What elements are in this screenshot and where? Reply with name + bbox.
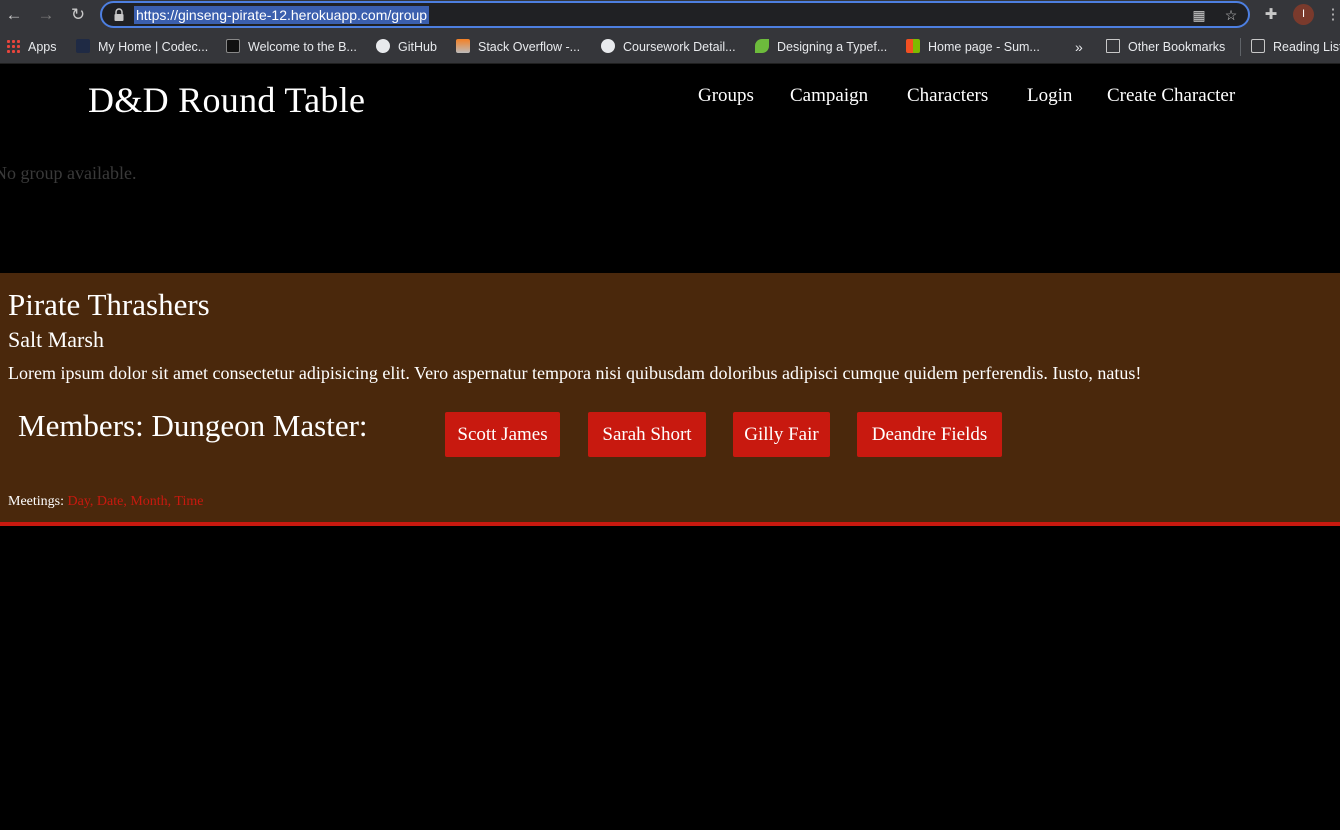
address-bar[interactable]: https://ginseng-pirate-12.herokuapp.com/… (100, 1, 1250, 28)
codecademy-icon (76, 39, 90, 53)
lock-icon (114, 8, 124, 21)
extensions-icon[interactable]: ✚ (1260, 4, 1282, 26)
member-button-gilly-fair[interactable]: Gilly Fair (733, 412, 830, 457)
bookmark-typeface[interactable]: Designing a Typef... (755, 38, 887, 56)
site-title[interactable]: D&D Round Table (88, 79, 365, 121)
folder-icon (1106, 39, 1120, 53)
meetings-label: Meetings: (8, 494, 64, 509)
book-icon (226, 39, 240, 53)
bookmark-github[interactable]: GitHub (376, 38, 437, 56)
bookmark-label: Apps (28, 40, 57, 54)
nav-campaign[interactable]: Campaign (790, 85, 868, 107)
group-name: Pirate Thrashers (8, 287, 210, 322)
bookmark-star-icon[interactable]: ☆ (1222, 6, 1240, 24)
stackoverflow-icon (456, 39, 470, 53)
reading-list[interactable]: Reading List (1251, 38, 1340, 56)
microsoft-icon (906, 39, 920, 53)
menu-icon[interactable]: ⋮ (1322, 4, 1340, 26)
forward-icon[interactable]: → (35, 4, 57, 26)
meetings-value: Day, Date, Month, Time (67, 494, 204, 509)
bookmark-label: Welcome to the B... (248, 40, 357, 54)
bookmark-label: Coursework Detail... (623, 40, 736, 54)
bookmarks-divider (1240, 38, 1241, 56)
back-icon[interactable]: ← (3, 4, 25, 26)
bookmark-label: My Home | Codec... (98, 40, 209, 54)
empty-message: No group available. (0, 163, 137, 183)
bookmark-label: Stack Overflow -... (478, 40, 581, 54)
member-button-deandre-fields[interactable]: Deandre Fields (857, 412, 1002, 457)
bookmarks-bar: Apps My Home | Codec... Welcome to the B… (0, 30, 1340, 64)
member-button-sarah-short[interactable]: Sarah Short (588, 412, 706, 457)
group-location: Salt Marsh (8, 327, 104, 352)
github-icon (376, 39, 390, 53)
nav-characters[interactable]: Characters (907, 85, 988, 107)
leaf-icon (755, 39, 769, 53)
group-card: Pirate Thrashers Salt Marsh Lorem ipsum … (0, 273, 1340, 526)
bookmark-label: Designing a Typef... (777, 40, 888, 54)
url-text[interactable]: https://ginseng-pirate-12.herokuapp.com/… (134, 6, 430, 24)
bookmarks-overflow-button[interactable]: » (1075, 38, 1083, 56)
bookmark-stackoverflow[interactable]: Stack Overflow -... (456, 38, 580, 56)
nav-login[interactable]: Login (1027, 85, 1072, 107)
bookmark-apps[interactable]: Apps (6, 38, 57, 56)
other-bookmarks-label: Other Bookmarks (1128, 40, 1226, 54)
bookmark-summit[interactable]: Home page - Sum... (906, 38, 1040, 56)
bookmark-label: GitHub (398, 40, 437, 54)
other-bookmarks[interactable]: Other Bookmarks (1106, 38, 1225, 56)
bookmark-label: Home page - Sum... (928, 40, 1040, 54)
browser-toolbar: ← → ↻ https://ginseng-pirate-12.herokuap… (0, 0, 1340, 30)
globe-icon (601, 39, 615, 53)
group-description: Lorem ipsum dolor sit amet consectetur a… (8, 363, 1142, 383)
reload-icon[interactable]: ↻ (67, 4, 89, 26)
members-label: Members: Dungeon Master: (18, 408, 368, 443)
member-button-scott-james[interactable]: Scott James (445, 412, 560, 457)
nav-groups[interactable]: Groups (698, 85, 754, 107)
page-content: D&D Round Table Groups Campaign Characte… (0, 65, 1340, 830)
qr-code-icon[interactable]: ▦ (1190, 6, 1208, 24)
reading-list-icon (1251, 39, 1265, 53)
apps-grid-icon (6, 39, 20, 53)
bookmark-codecademy[interactable]: My Home | Codec... (76, 38, 208, 56)
bookmark-coursework[interactable]: Coursework Detail... (601, 38, 736, 56)
meetings-info: Meetings: Day, Date, Month, Time (8, 494, 203, 510)
bookmark-welcome[interactable]: Welcome to the B... (226, 38, 357, 56)
reading-list-label: Reading List (1273, 40, 1340, 54)
nav-create-character[interactable]: Create Character (1107, 85, 1235, 107)
profile-avatar[interactable]: I (1293, 4, 1314, 25)
